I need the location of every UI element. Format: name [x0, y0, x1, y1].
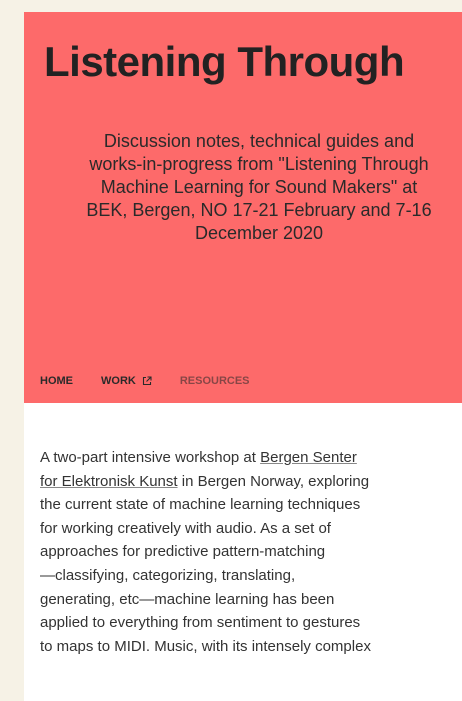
external-link-icon	[142, 376, 152, 386]
bek-link[interactable]: for Elektronisk Kunst	[40, 473, 178, 490]
site-subtitle: Discussion notes, technical guides and w…	[24, 130, 462, 245]
intro-line: for Elektronisk Kunst in Bergen Norway, …	[40, 470, 462, 494]
intro-line: —classifying, categorizing, translating,	[40, 566, 296, 584]
page-frame: Listening Through Discussion notes, tech…	[24, 12, 462, 701]
intro-text: in Bergen Norway, exploring	[177, 472, 370, 490]
intro-line: A two-part intensive workshop at Bergen …	[40, 446, 462, 470]
nav-work[interactable]: WORK	[101, 375, 152, 387]
bek-link[interactable]: Bergen Senter	[260, 449, 357, 466]
main-nav: HOME WORK RESOURCES	[40, 375, 250, 387]
site-title[interactable]: Listening Through	[44, 38, 405, 86]
subtitle-line: BEK, Bergen, NO 17-21 February and 7-16	[86, 200, 432, 220]
nav-resources-label: RESOURCES	[179, 375, 250, 387]
intro-line: for working creatively with audio. As a …	[40, 519, 331, 537]
intro-line: the current state of machine learning te…	[40, 496, 361, 514]
intro-line: applied to everything from sentiment to …	[40, 614, 361, 632]
intro-line: approaches for predictive pattern-matchi…	[40, 543, 326, 561]
subtitle-line: Machine Learning for Sound Makers" at	[100, 177, 418, 197]
subtitle-line: works-in-progress from "Listening Throug…	[89, 154, 429, 174]
intro-line: to maps to MIDI. Music, with its intense…	[40, 637, 371, 655]
nav-home[interactable]: HOME	[40, 375, 73, 387]
site-header: Listening Through Discussion notes, tech…	[24, 12, 462, 403]
nav-work-label: WORK	[101, 375, 136, 387]
nav-home-label: HOME	[40, 375, 73, 387]
intro-text: A two-part intensive workshop at	[40, 449, 261, 466]
subtitle-line: December 2020	[194, 223, 324, 243]
nav-resources[interactable]: RESOURCES	[180, 375, 250, 387]
intro-line: generating, etc—machine learning has bee…	[40, 590, 335, 608]
intro-paragraph: A two-part intensive workshop at Bergen …	[40, 446, 462, 658]
subtitle-line: Discussion notes, technical guides and	[103, 131, 415, 151]
